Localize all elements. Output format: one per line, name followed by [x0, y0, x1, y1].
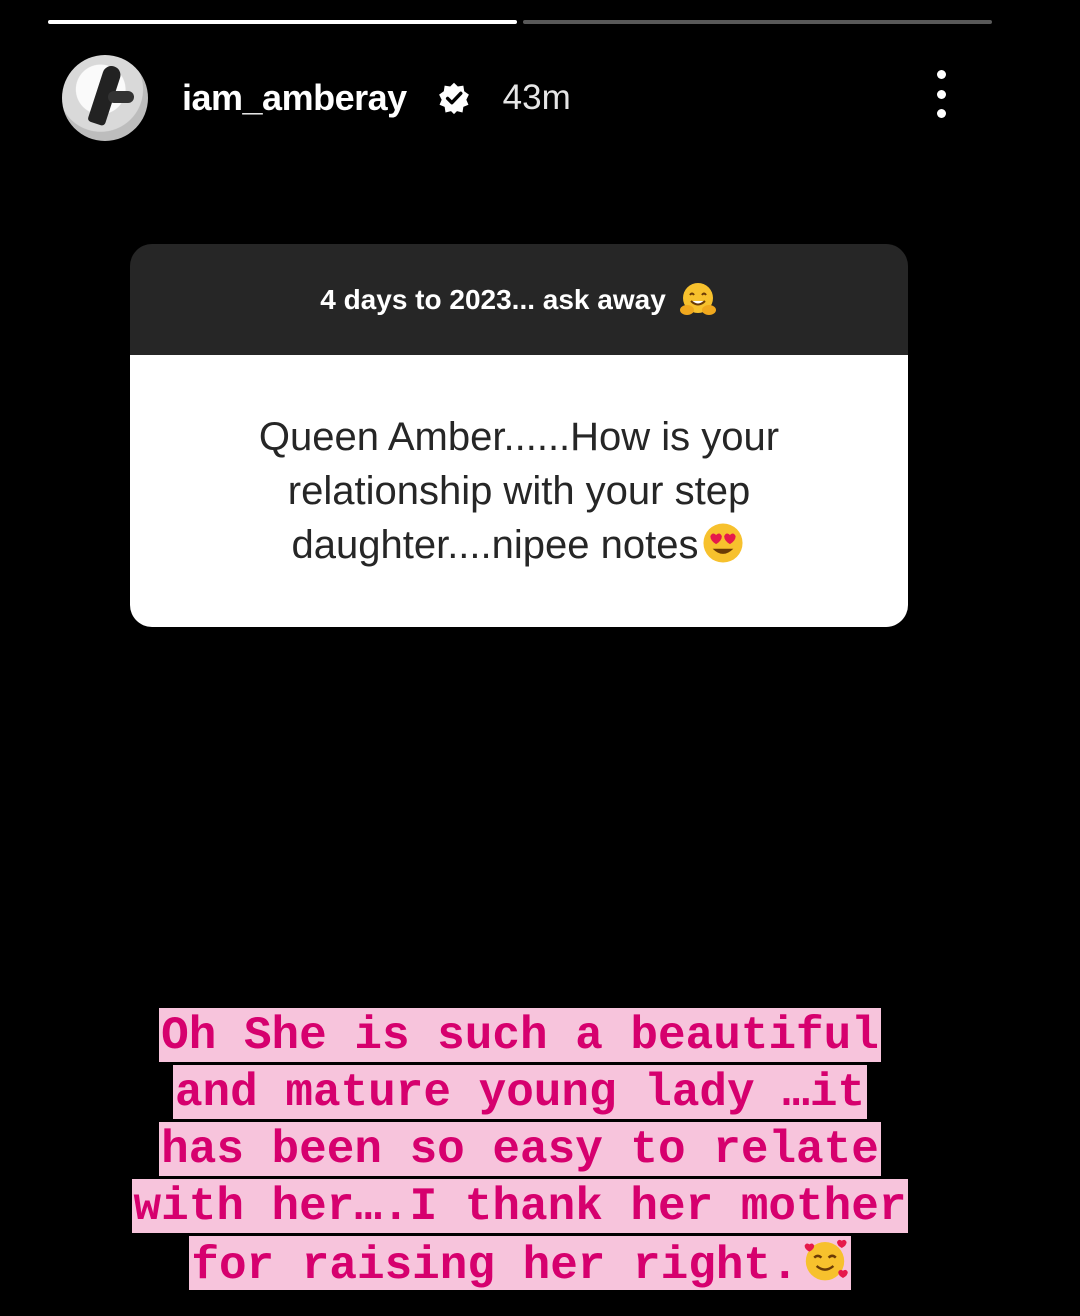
more-options-icon[interactable]: [928, 70, 954, 118]
question-prompt-bar: 4 days to 2023... ask away: [130, 244, 908, 355]
story-progress-bar: [48, 20, 992, 26]
story-header: iam_amberay 43m: [62, 55, 960, 141]
hugging-face-emoji-icon: [679, 282, 716, 315]
username[interactable]: iam_amberay: [182, 77, 407, 119]
question-body: Queen Amber......How is your relationshi…: [130, 355, 908, 627]
answer-line: Oh She is such a beautiful: [159, 1008, 881, 1062]
heart-eyes-emoji-icon: [703, 523, 744, 563]
answer-text-block: Oh She is such a beautiful and mature yo…: [96, 1008, 944, 1293]
question-prompt: 4 days to 2023... ask away: [320, 283, 666, 315]
story-progress-segment: [523, 20, 992, 24]
avatar[interactable]: [62, 55, 148, 141]
answer-line: with her….I thank her mother: [131, 1179, 909, 1233]
answer-line: for raising her right.: [191, 1240, 799, 1292]
post-time: 43m: [502, 78, 571, 117]
answer-line-last: for raising her right.: [189, 1236, 851, 1292]
answer-line: and mature young lady …it: [172, 1065, 868, 1119]
question-sticker[interactable]: 4 days to 2023... ask away Queen Amber..…: [130, 244, 908, 627]
story-progress-segment: [48, 20, 517, 24]
answer-line: has been so easy to relate: [159, 1122, 881, 1176]
verified-badge-icon: [438, 82, 469, 115]
smiling-face-with-hearts-emoji-icon: [804, 1239, 848, 1281]
